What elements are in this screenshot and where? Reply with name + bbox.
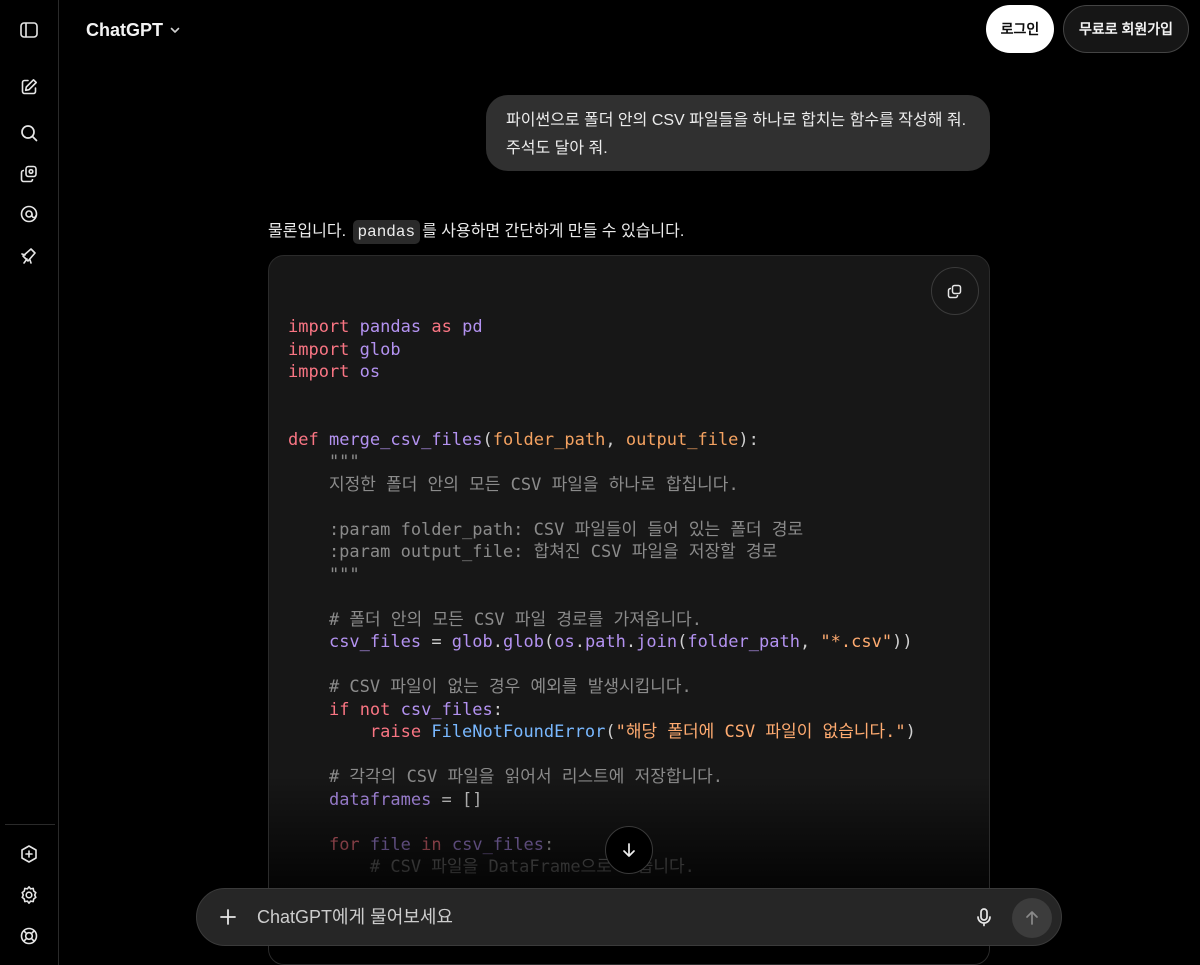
attach-button[interactable] <box>209 898 247 936</box>
signup-button[interactable]: 무료로 회원가입 <box>1063 5 1189 53</box>
upgrade-icon[interactable] <box>9 834 49 874</box>
arrow-down-icon <box>620 841 638 859</box>
copy-code-button[interactable] <box>931 267 979 315</box>
prompt-input[interactable] <box>257 903 947 931</box>
assistant-intro-after: 를 사용하면 간단하게 만들 수 있습니다. <box>422 223 685 240</box>
sidebar-divider <box>5 824 55 825</box>
search-icon[interactable] <box>9 113 49 153</box>
user-message: 파이썬으로 폴더 안의 CSV 파일들을 하나로 합치는 함수를 작성해 줘. … <box>486 95 990 171</box>
chevron-down-icon <box>169 24 181 36</box>
sidebar <box>0 0 59 965</box>
settings-icon[interactable] <box>9 875 49 915</box>
arrow-up-icon <box>1024 910 1040 926</box>
plus-icon <box>218 907 238 927</box>
code-line: :param output_file: 합쳐진 CSV 파일을 저장할 경로 <box>288 542 778 562</box>
voice-input-button[interactable] <box>965 898 1003 936</box>
composer <box>196 888 1062 946</box>
code-line: # 폴더 안의 모든 CSV 파일 경로를 가져옵니다. <box>288 609 702 630</box>
code-line: csv_files = glob.glob(os.path.join(folde… <box>328 632 913 652</box>
login-button[interactable]: 로그인 <box>986 5 1054 53</box>
code-line: :param folder_path: CSV 파일들이 들어 있는 폴더 경로 <box>288 519 804 540</box>
code-line: 지정한 폴더 안의 모든 CSV 파일을 하나로 합칩니다. <box>288 474 739 495</box>
code-line: import pandas as pd <box>288 317 483 337</box>
code-line: if not csv_files: <box>328 699 504 720</box>
model-label: ChatGPT <box>86 19 164 40</box>
code-line: """ <box>288 564 360 585</box>
library-icon[interactable] <box>9 154 49 194</box>
code-line: raise FileNotFoundError("해당 폴더에 CSV 파일이 … <box>369 722 916 742</box>
assistant-message: 물론입니다. pandas 를 사용하면 간단하게 만들 수 있습니다. <box>268 218 684 246</box>
code-line: import os <box>288 362 381 382</box>
scroll-to-bottom-button[interactable] <box>605 826 653 874</box>
help-icon[interactable] <box>9 916 49 956</box>
new-chat-icon[interactable] <box>9 67 49 107</box>
gpts-icon[interactable] <box>9 235 49 275</box>
code-line: # CSV 파일이 없는 경우 예외를 발생시킵니다. <box>288 677 692 697</box>
copy-icon <box>946 282 964 300</box>
model-selector[interactable]: ChatGPT <box>78 14 189 46</box>
sidebar-toggle-icon[interactable] <box>9 10 49 50</box>
code-line: import glob <box>288 339 401 360</box>
inline-code: pandas <box>352 220 421 244</box>
sora-icon[interactable] <box>9 194 49 234</box>
code-line: """ <box>288 452 360 472</box>
assistant-intro-before: 물론입니다. <box>268 223 347 240</box>
microphone-icon <box>974 907 994 927</box>
send-button[interactable] <box>1012 898 1052 938</box>
code-line: def merge_csv_files(folder_path, output_… <box>288 429 759 450</box>
